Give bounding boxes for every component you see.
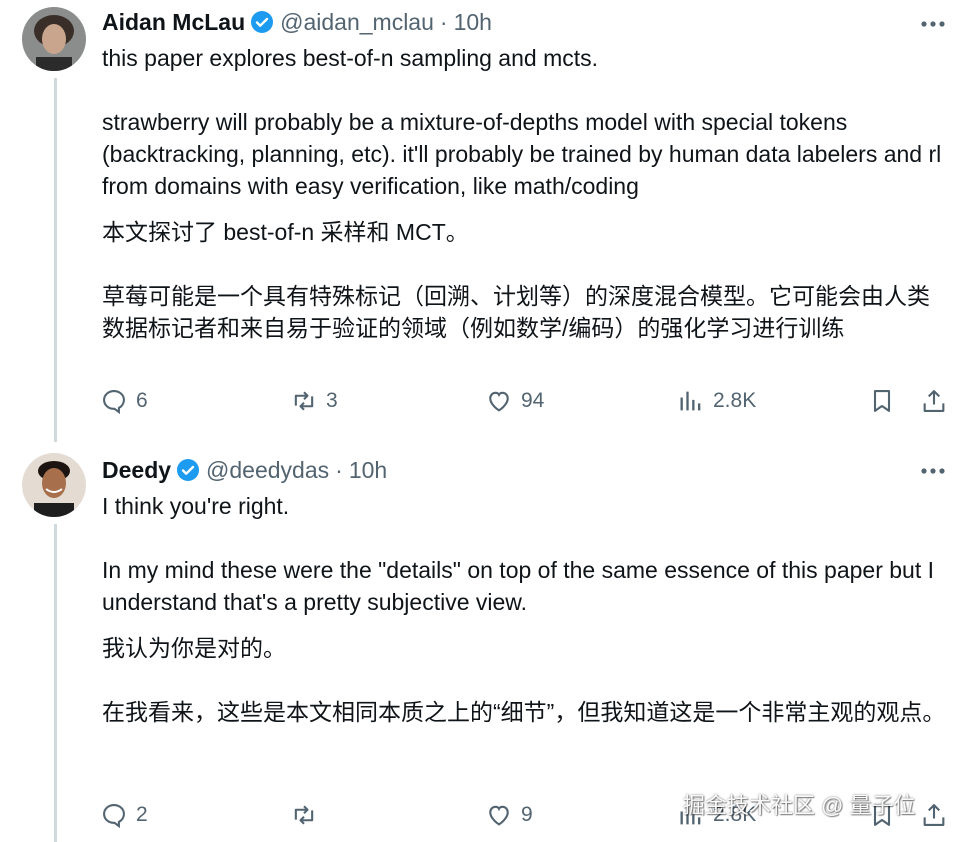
share-icon: [923, 390, 945, 412]
share-button[interactable]: [920, 798, 948, 832]
repost-button[interactable]: [290, 798, 326, 832]
verified-badge-icon: [250, 10, 274, 34]
tweet-body: this paper explores best-of-n sampling a…: [102, 42, 952, 344]
repost-count: 3: [326, 389, 338, 412]
like-count: 94: [521, 389, 545, 412]
reply-icon: [103, 804, 125, 829]
timestamp[interactable]: 10h: [454, 9, 492, 36]
avatar[interactable]: [22, 7, 86, 71]
views-button[interactable]: 2.8K: [677, 384, 756, 418]
views-count: 2.8K: [713, 389, 757, 412]
tweet-paragraph: In my mind these were the "details" on t…: [102, 557, 935, 615]
like-button[interactable]: 94: [485, 384, 544, 418]
tweet-header: Deedy @deedydas · 10h: [102, 455, 387, 485]
heart-icon: [489, 805, 509, 826]
more-options-icon[interactable]: [918, 461, 948, 481]
tweet-body: I think you're right. In my mind these w…: [102, 490, 952, 728]
separator-dot: ·: [439, 8, 448, 35]
author-name[interactable]: Aidan McLau: [102, 9, 245, 36]
reply-count: 2: [136, 803, 148, 826]
thread-line: [54, 78, 57, 442]
author-handle[interactable]: @deedydas: [206, 457, 329, 484]
author-name[interactable]: Deedy: [102, 457, 171, 484]
tweet-paragraph: this paper explores best-of-n sampling a…: [102, 45, 599, 71]
more-options-icon[interactable]: [918, 14, 948, 34]
tweet-aidan[interactable]: Aidan McLau @aidan_mclau · 10h this pape…: [0, 0, 966, 442]
author-handle[interactable]: @aidan_mclau: [280, 9, 434, 36]
tweet-paragraph: strawberry will probably be a mixture-of…: [102, 109, 942, 199]
share-button[interactable]: [920, 384, 948, 418]
heart-icon: [489, 391, 509, 412]
bookmark-icon: [873, 390, 891, 412]
translation-paragraph: 草莓可能是一个具有特殊标记（回溯、计划等）的深度混合模型。它可能会由人类数据标记…: [102, 283, 930, 341]
like-button[interactable]: 9: [485, 798, 533, 832]
tweet-header: Aidan McLau @aidan_mclau · 10h: [102, 7, 492, 37]
bookmark-button[interactable]: [868, 384, 896, 418]
tweet-paragraph: I think you're right.: [102, 493, 290, 519]
tweet-deedy[interactable]: Deedy @deedydas · 10h I think you're rig…: [0, 440, 966, 842]
thread-line: [54, 524, 57, 842]
reply-button[interactable]: 6: [100, 384, 148, 418]
separator-dot: ·: [335, 456, 343, 483]
translation-paragraph: 在我看来，这些是本文相同本质之上的“细节”，但我知道这是一个非常主观的观点。: [102, 699, 946, 725]
like-count: 9: [521, 803, 533, 826]
reply-button[interactable]: 2: [100, 798, 148, 832]
translation-paragraph: 我认为你是对的。: [102, 635, 286, 661]
translation-block: 本文探讨了 best-of-n 采样和 MCT。 草莓可能是一个具有特殊标记（回…: [102, 216, 952, 344]
avatar[interactable]: [22, 453, 86, 517]
share-icon: [923, 804, 945, 826]
translation-paragraph: 本文探讨了 best-of-n 采样和 MCT。: [102, 219, 469, 245]
repost-icon: [294, 391, 314, 411]
reply-count: 6: [136, 389, 148, 412]
repost-button[interactable]: 3: [290, 384, 338, 418]
reply-icon: [103, 390, 125, 415]
translation-block: 我认为你是对的。 在我看来，这些是本文相同本质之上的“细节”，但我知道这是一个非…: [102, 632, 952, 728]
views-icon: [680, 391, 701, 411]
action-bar: 6 3 94 2.8K: [100, 384, 950, 418]
verified-badge-icon: [176, 458, 200, 482]
repost-icon: [294, 805, 314, 825]
timestamp[interactable]: 10h: [349, 457, 387, 484]
watermark: 掘金技术社区 @ 量子位: [683, 793, 916, 818]
